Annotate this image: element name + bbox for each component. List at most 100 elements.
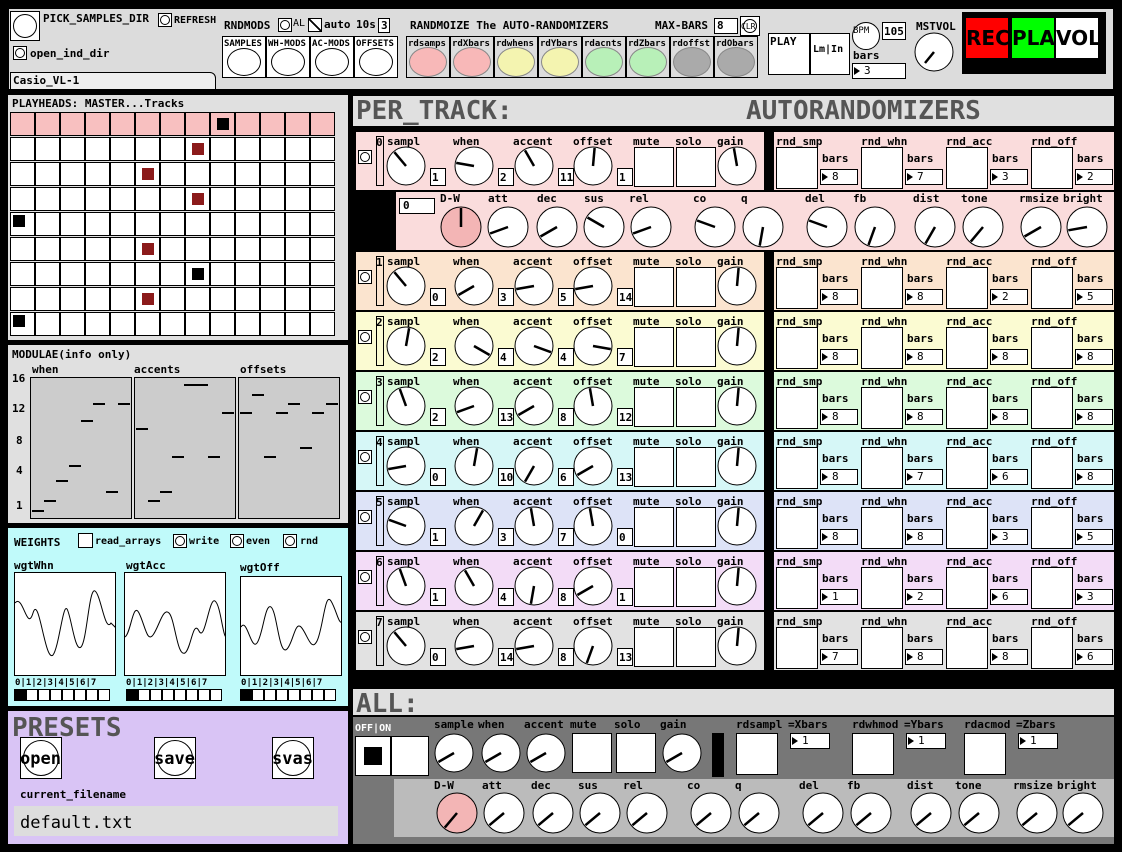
track-bang[interactable] <box>358 450 372 464</box>
all-fx-knob-bright[interactable] <box>1062 792 1104 834</box>
rd-rdobars-button[interactable]: rdObars <box>714 36 758 78</box>
rnd-toggle[interactable] <box>1031 447 1073 489</box>
rnd-bars-field[interactable]: 8 <box>1075 349 1113 365</box>
track-val[interactable]: 1 <box>430 588 446 606</box>
all-fx-knob-dec[interactable] <box>532 792 574 834</box>
track-knob-accent[interactable] <box>514 266 554 306</box>
all-eq-field[interactable]: 1 <box>790 733 830 749</box>
read-arrays-toggle[interactable] <box>78 533 93 548</box>
rnd-bars-field[interactable]: 5 <box>1075 529 1113 545</box>
fx-knob-dist[interactable] <box>914 206 956 248</box>
track-val[interactable]: 14 <box>498 648 514 666</box>
rnd-bars-field[interactable]: 8 <box>905 529 943 545</box>
track-knob-accent[interactable] <box>514 146 554 186</box>
track-knob-when[interactable] <box>454 566 494 606</box>
rnd-bars-field[interactable]: 2 <box>990 289 1028 305</box>
weight-index-cell[interactable] <box>186 689 198 701</box>
all-fx-knob-tone[interactable] <box>958 792 1000 834</box>
track-bang[interactable] <box>358 630 372 644</box>
track-val[interactable]: 1 <box>430 528 446 546</box>
bars-field[interactable]: 3 <box>852 63 906 79</box>
track-val[interactable]: 13 <box>617 648 633 666</box>
track-val[interactable]: 8 <box>558 648 574 666</box>
weight-index-cell[interactable] <box>38 689 50 701</box>
track-val[interactable]: 11 <box>558 168 574 186</box>
track-val[interactable]: 13 <box>498 408 514 426</box>
weight-index-cell[interactable] <box>150 689 162 701</box>
track-knob-sampl[interactable] <box>386 566 426 606</box>
track-knob-when[interactable] <box>454 446 494 486</box>
pick-samples-dir-button[interactable] <box>10 11 40 41</box>
rd-rdxbars-button[interactable]: rdXbars <box>450 36 494 78</box>
refresh-button[interactable] <box>158 13 172 27</box>
track-val[interactable]: 1 <box>617 168 633 186</box>
mute-toggle[interactable] <box>634 567 674 607</box>
track-knob-gain[interactable] <box>717 566 757 606</box>
weight-index-cell[interactable] <box>240 689 252 701</box>
al-button[interactable] <box>278 18 292 32</box>
weight-index-cell[interactable] <box>288 689 300 701</box>
track-knob-accent[interactable] <box>514 326 554 366</box>
rnd-toggle[interactable] <box>1031 387 1073 429</box>
all-off-toggle[interactable] <box>355 736 391 776</box>
track-bang[interactable] <box>358 270 372 284</box>
solo-toggle[interactable] <box>676 567 716 607</box>
weight-index-cell[interactable] <box>26 689 38 701</box>
rnd-bars-field[interactable]: 5 <box>1075 289 1113 305</box>
rnd-bars-field[interactable]: 3 <box>1075 589 1113 605</box>
rnd-bars-field[interactable]: 8 <box>820 529 858 545</box>
rnd-toggle[interactable] <box>776 387 818 429</box>
weight-index-cell[interactable] <box>62 689 74 701</box>
fx-knob-dec[interactable] <box>536 206 578 248</box>
track-knob-offset[interactable] <box>573 506 613 546</box>
pla-button[interactable]: PLA <box>1012 18 1055 58</box>
rd-rdoffst-button[interactable]: rdoffst <box>670 36 714 78</box>
track-knob-when[interactable] <box>454 386 494 426</box>
all-rd-toggle[interactable] <box>964 733 1006 775</box>
fx-knob-sus[interactable] <box>583 206 625 248</box>
track-val[interactable]: 10 <box>498 468 514 486</box>
all-eq-field[interactable]: 1 <box>906 733 946 749</box>
rnd-toggle[interactable] <box>861 447 903 489</box>
all-fx-knob-sus[interactable] <box>579 792 621 834</box>
track-knob-sampl[interactable] <box>386 626 426 666</box>
track-knob-sampl[interactable] <box>386 146 426 186</box>
weight-index-cell[interactable] <box>198 689 210 701</box>
mute-toggle[interactable] <box>634 627 674 667</box>
rnd-bars-field[interactable]: 8 <box>990 409 1028 425</box>
weight-index-cell[interactable] <box>276 689 288 701</box>
weight-index-cell[interactable] <box>98 689 110 701</box>
all-knob-when[interactable] <box>481 733 521 773</box>
track-knob-accent[interactable] <box>514 446 554 486</box>
track-knob-accent[interactable] <box>514 626 554 666</box>
track-knob-offset[interactable] <box>573 446 613 486</box>
mute-toggle[interactable] <box>634 387 674 427</box>
rnd-toggle[interactable] <box>946 447 988 489</box>
solo-toggle[interactable] <box>676 447 716 487</box>
track-val[interactable]: 8 <box>558 408 574 426</box>
track-val[interactable]: 2 <box>430 408 446 426</box>
even-button[interactable] <box>230 534 244 548</box>
track-knob-accent[interactable] <box>514 386 554 426</box>
track-val[interactable]: 12 <box>617 408 633 426</box>
rnd-bars-field[interactable]: 7 <box>820 649 858 665</box>
rnd-toggle[interactable] <box>1031 507 1073 549</box>
wgt-acc-graph[interactable] <box>124 572 226 676</box>
rnd-bars-field[interactable]: 8 <box>820 289 858 305</box>
rnd-toggle[interactable] <box>946 627 988 669</box>
track-val[interactable]: 0 <box>430 288 446 306</box>
solo-toggle[interactable] <box>676 267 716 307</box>
all-solo-toggle[interactable] <box>616 733 656 773</box>
all-fx-knob-co[interactable] <box>690 792 732 834</box>
track-knob-gain[interactable] <box>717 266 757 306</box>
all-on-toggle[interactable] <box>391 736 429 776</box>
track-bang[interactable] <box>358 150 372 164</box>
track-val[interactable]: 5 <box>558 288 574 306</box>
weight-index-cell[interactable] <box>50 689 62 701</box>
vol-button[interactable]: VOL <box>1056 18 1101 58</box>
fx-knob-del[interactable] <box>806 206 848 248</box>
mute-toggle[interactable] <box>634 447 674 487</box>
auto-toggle[interactable] <box>308 18 322 32</box>
rnd-toggle[interactable] <box>1031 567 1073 609</box>
all-rd-toggle[interactable] <box>852 733 894 775</box>
